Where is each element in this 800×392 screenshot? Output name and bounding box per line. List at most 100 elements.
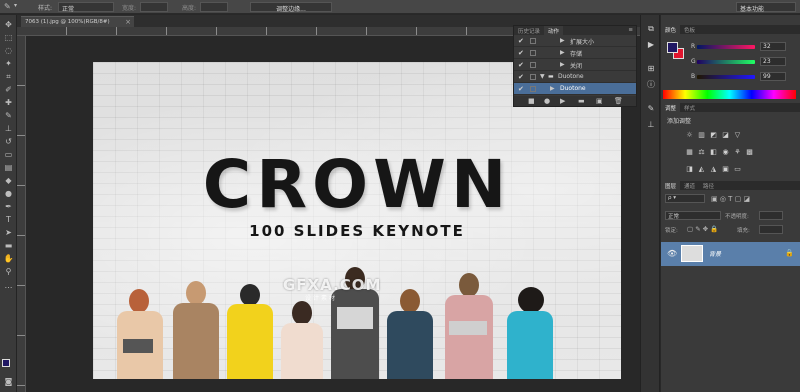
dialog-toggle[interactable] (530, 74, 536, 80)
expand-arrow-icon[interactable]: ▶ (550, 85, 555, 92)
photo-filter-icon[interactable]: ◉ (721, 148, 730, 156)
selective-color-icon[interactable]: ▣ (721, 165, 730, 173)
action-row[interactable]: ✔ ▶ 关闭 (514, 59, 636, 71)
dialog-toggle[interactable] (530, 38, 536, 44)
blur-tool-icon[interactable]: ◆ (3, 176, 14, 185)
history-panel-icon[interactable]: ⧉ (645, 23, 657, 34)
more-tools-icon[interactable]: … (3, 281, 14, 290)
expand-arrow-icon[interactable]: ▶ (560, 49, 565, 56)
foreground-color-swatch[interactable] (2, 359, 10, 367)
refine-edge-button[interactable]: 调整边缘... (250, 2, 332, 13)
tab-layers[interactable]: 图层 (661, 181, 681, 191)
posterize-icon[interactable]: ◭ (697, 165, 706, 173)
action-row[interactable]: ✔ ▶ 扩展大小 (514, 35, 636, 47)
marquee-tool-icon[interactable]: ⬚ (3, 33, 14, 42)
hand-tool-icon[interactable]: ✋ (3, 254, 14, 263)
color-spectrum[interactable] (663, 90, 796, 99)
shape-tool-icon[interactable]: ▬ (3, 241, 14, 250)
green-slider[interactable] (697, 60, 755, 64)
brightness-icon[interactable]: ☼ (685, 131, 694, 139)
color-balance-icon[interactable]: ⚖ (697, 148, 706, 156)
exposure-icon[interactable]: ◪ (721, 131, 730, 139)
channel-mixer-icon[interactable]: ⚘ (733, 148, 742, 156)
red-value-field[interactable]: 32 (760, 42, 786, 51)
action-row-selected[interactable]: ✔ ▶ Duotone (514, 83, 636, 95)
play-icon[interactable]: ▶ (560, 97, 565, 105)
width-field[interactable] (140, 2, 168, 12)
lasso-tool-icon[interactable]: ◌ (3, 46, 14, 55)
brush-tool-icon[interactable]: ✎ (3, 111, 14, 120)
actions-panel-icon[interactable]: ▶ (645, 39, 657, 50)
tab-channels[interactable]: 通道 (680, 181, 699, 191)
black-white-icon[interactable]: ◧ (709, 148, 718, 156)
tab-styles[interactable]: 样式 (680, 103, 699, 113)
eyedropper-tool-icon[interactable]: ✐ (3, 85, 14, 94)
dialog-toggle[interactable] (530, 62, 536, 68)
color-lookup-icon[interactable]: ▩ (745, 148, 754, 156)
close-icon[interactable]: × (125, 18, 131, 26)
fill-field[interactable] (759, 225, 783, 234)
expand-arrow-icon[interactable]: ▶ (560, 61, 565, 68)
pen-tool-icon[interactable]: ✒ (3, 202, 14, 211)
dialog-toggle[interactable] (530, 86, 536, 92)
hue-saturation-icon[interactable]: ▦ (685, 148, 694, 156)
expand-arrow-icon[interactable]: ▶ (560, 37, 565, 44)
opacity-field[interactable] (759, 211, 783, 220)
foreground-color-chip[interactable] (667, 42, 678, 53)
height-field[interactable] (200, 2, 228, 12)
brush-icon[interactable]: ✎ (4, 2, 11, 11)
document-canvas[interactable]: CROWN 100 SLIDES KEYNOTE GFXA.COM 设计素材 (93, 62, 621, 379)
move-tool-icon[interactable]: ✥ (3, 20, 14, 29)
check-icon[interactable]: ✔ (518, 37, 524, 45)
eye-icon[interactable]: 👁 (667, 249, 677, 258)
lock-icons[interactable]: ▢ ✎ ✥ 🔒 (687, 225, 718, 233)
action-row[interactable]: ✔ ▶ 存储 (514, 47, 636, 59)
new-set-icon[interactable]: ▬ (578, 97, 585, 105)
style-select[interactable]: 正常 (58, 2, 114, 13)
tab-paths[interactable]: 路径 (699, 181, 718, 191)
curves-icon[interactable]: ◩ (709, 131, 718, 139)
info-panel-icon[interactable]: ⓘ (645, 79, 657, 90)
properties-panel-icon[interactable]: ⊞ (645, 63, 657, 74)
healing-tool-icon[interactable]: ✚ (3, 98, 14, 107)
panel-menu-icon[interactable]: ≡ (625, 26, 636, 34)
blue-value-field[interactable]: 99 (760, 72, 786, 81)
quick-select-tool-icon[interactable]: ✦ (3, 59, 14, 68)
green-value-field[interactable]: 23 (760, 57, 786, 66)
crop-tool-icon[interactable]: ⌗ (3, 72, 14, 81)
stop-icon[interactable]: ■ (528, 97, 535, 105)
brush-panel-icon[interactable]: ✎ (645, 103, 657, 114)
chevron-down-icon[interactable]: ▾ (14, 2, 17, 9)
layer-filter-select[interactable]: ρ ▾ (665, 194, 705, 203)
blend-mode-select[interactable]: 正常 (665, 211, 721, 220)
tab-color[interactable]: 颜色 (661, 25, 681, 35)
threshold-icon[interactable]: ◮ (709, 165, 718, 173)
check-icon[interactable]: ✔ (518, 49, 524, 57)
gradient-tool-icon[interactable]: ▤ (3, 163, 14, 172)
clone-source-icon[interactable]: ⊥ (645, 119, 657, 130)
expand-arrow-icon[interactable]: ▼ (540, 73, 545, 80)
blue-slider[interactable] (697, 75, 755, 79)
workspace-select[interactable]: 基本功能 (736, 2, 796, 13)
dodge-tool-icon[interactable]: ● (3, 189, 14, 198)
gradient-map-icon[interactable]: ▭ (733, 165, 742, 173)
red-slider[interactable] (697, 45, 755, 49)
eraser-tool-icon[interactable]: ▭ (3, 150, 14, 159)
tab-swatches[interactable]: 色板 (680, 25, 699, 35)
new-action-icon[interactable]: ▣ (596, 97, 603, 105)
stamp-tool-icon[interactable]: ⊥ (3, 124, 14, 133)
path-select-tool-icon[interactable]: ➤ (3, 228, 14, 237)
zoom-tool-icon[interactable]: ⚲ (3, 267, 14, 276)
check-icon[interactable]: ✔ (518, 73, 524, 81)
record-icon[interactable]: ● (544, 97, 550, 105)
vibrance-icon[interactable]: ▽ (733, 131, 742, 139)
trash-icon[interactable]: 🗑 (614, 97, 623, 105)
check-icon[interactable]: ✔ (518, 85, 524, 93)
dialog-toggle[interactable] (530, 50, 536, 56)
levels-icon[interactable]: ▥ (697, 131, 706, 139)
type-tool-icon[interactable]: T (3, 215, 14, 224)
tab-adjustments[interactable]: 调整 (661, 103, 681, 113)
document-tab[interactable]: 7063 (1).jpg @ 100%(RGB/8#) × (21, 16, 134, 27)
layer-filter-icons[interactable]: ▣ ◎ T ▢ ◪ (711, 195, 750, 203)
history-brush-tool-icon[interactable]: ↺ (3, 137, 14, 146)
